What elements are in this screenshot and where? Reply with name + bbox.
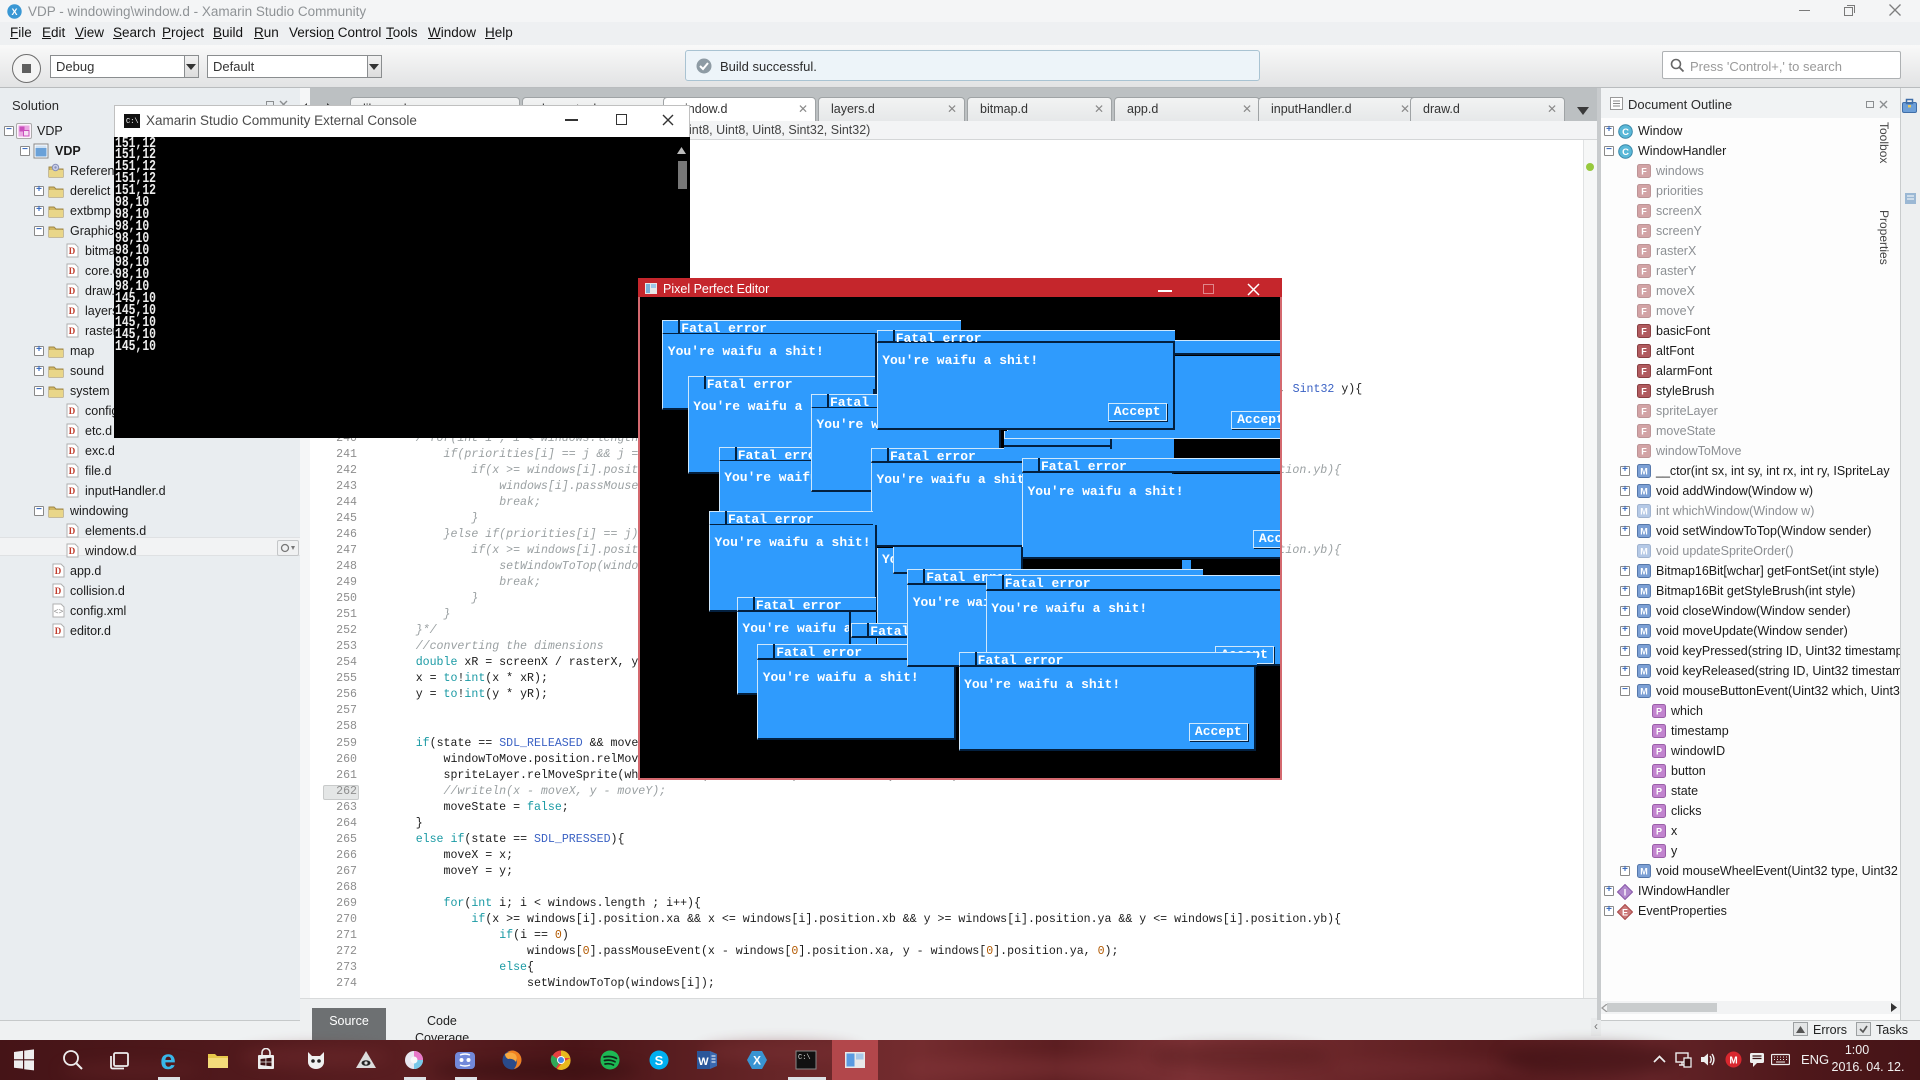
svg-text:M: M <box>1640 567 1648 577</box>
svg-text:F: F <box>1641 287 1647 297</box>
svg-text:M: M <box>1640 867 1648 877</box>
svg-text:F: F <box>1641 247 1647 257</box>
svg-text:M: M <box>1640 487 1648 497</box>
svg-text:F: F <box>1641 207 1647 217</box>
svg-text:M: M <box>1640 607 1648 617</box>
svg-text:D: D <box>69 326 76 336</box>
svg-text:C:\: C:\ <box>798 1054 811 1062</box>
svg-text:D: D <box>69 486 76 496</box>
svg-text:D: D <box>69 526 76 536</box>
svg-text:P: P <box>1656 747 1662 757</box>
svg-text:D: D <box>69 426 76 436</box>
svg-text:P: P <box>1656 707 1662 717</box>
svg-text:F: F <box>1641 387 1647 397</box>
svg-text:M: M <box>1640 687 1648 697</box>
svg-text:C:\: C:\ <box>126 118 139 126</box>
svg-text:F: F <box>1641 327 1647 337</box>
svg-text:F: F <box>1641 187 1647 197</box>
svg-text:P: P <box>1656 847 1662 857</box>
svg-text:F: F <box>1641 167 1647 177</box>
svg-text:S: S <box>655 1053 664 1068</box>
svg-text:W: W <box>698 1056 709 1068</box>
svg-text:D: D <box>55 586 62 596</box>
svg-text:D: D <box>69 286 76 296</box>
svg-text:D: D <box>69 266 76 276</box>
svg-text:M: M <box>1640 627 1648 637</box>
svg-text:P: P <box>1656 787 1662 797</box>
svg-text:<>: <> <box>54 608 64 617</box>
svg-text:D: D <box>69 446 76 456</box>
svg-text:M: M <box>1640 547 1648 557</box>
svg-text:P: P <box>1656 727 1662 737</box>
svg-text:X: X <box>11 7 17 17</box>
svg-text:M: M <box>1640 587 1648 597</box>
svg-text:C: C <box>1622 127 1629 138</box>
svg-text:F: F <box>1641 267 1647 277</box>
svg-text:F: F <box>1641 447 1647 457</box>
svg-text:M: M <box>1640 647 1648 657</box>
svg-text:D: D <box>69 246 76 256</box>
svg-text:F: F <box>1641 347 1647 357</box>
svg-text:e: e <box>160 1048 176 1072</box>
svg-text:M: M <box>1729 1056 1737 1067</box>
svg-text:F: F <box>1641 427 1647 437</box>
svg-text:I: I <box>1624 888 1627 898</box>
svg-text:F: F <box>1641 307 1647 317</box>
svg-text:D: D <box>69 406 76 416</box>
svg-text:D: D <box>55 566 62 576</box>
svg-text:F: F <box>1641 367 1647 377</box>
svg-text:M: M <box>1640 507 1648 517</box>
svg-text:D: D <box>69 466 76 476</box>
svg-text:X: X <box>753 1054 761 1068</box>
svg-text:E: E <box>1622 908 1628 918</box>
svg-text:P: P <box>1656 767 1662 777</box>
svg-text:M: M <box>1640 527 1648 537</box>
svg-text:D: D <box>55 626 62 636</box>
svg-text:P: P <box>1656 807 1662 817</box>
svg-text:D: D <box>69 306 76 316</box>
svg-text:M: M <box>1640 467 1648 477</box>
svg-text:D: D <box>69 546 76 556</box>
svg-text:F: F <box>1641 407 1647 417</box>
svg-text:F: F <box>1641 227 1647 237</box>
svg-text:C: C <box>1622 147 1629 158</box>
svg-text:M: M <box>1640 667 1648 677</box>
svg-text:P: P <box>1656 827 1662 837</box>
